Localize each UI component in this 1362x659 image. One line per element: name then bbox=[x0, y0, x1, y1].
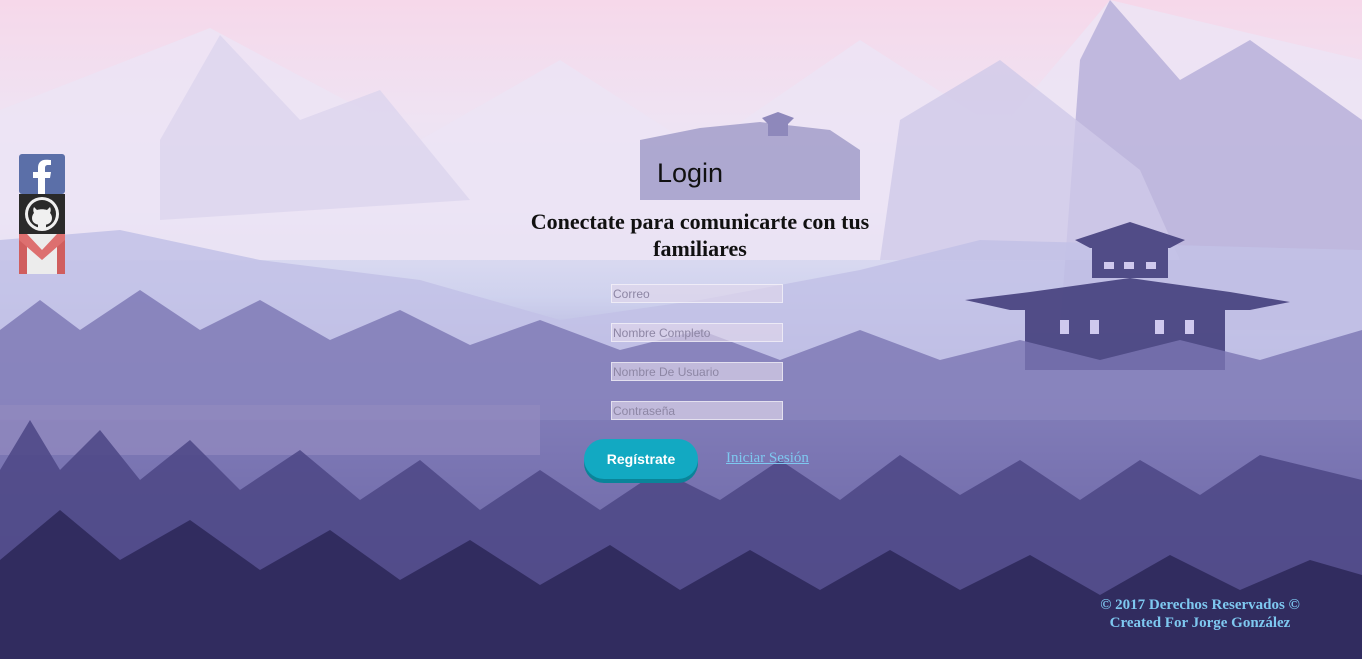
username-field[interactable] bbox=[611, 362, 783, 381]
social-icons bbox=[19, 154, 65, 274]
footer: © 2017 Derechos Reservados © Created For… bbox=[1060, 596, 1340, 632]
footer-credit: Created For Jorge González bbox=[1109, 615, 1291, 631]
register-button[interactable]: Regístrate bbox=[584, 439, 698, 479]
footer-copyright: © 2017 Derechos Reservados © bbox=[1100, 597, 1300, 613]
facebook-icon[interactable] bbox=[19, 154, 65, 194]
page-subtitle: Conectate para comunicarte con tus famil… bbox=[530, 209, 870, 261]
email-field[interactable] bbox=[611, 284, 783, 303]
signin-link[interactable]: Iniciar Sesión bbox=[726, 450, 809, 467]
gmail-icon[interactable] bbox=[19, 234, 65, 274]
fullname-field[interactable] bbox=[611, 323, 783, 342]
github-icon[interactable] bbox=[19, 194, 65, 234]
page-title: Login bbox=[656, 158, 724, 188]
password-field[interactable] bbox=[611, 401, 783, 420]
